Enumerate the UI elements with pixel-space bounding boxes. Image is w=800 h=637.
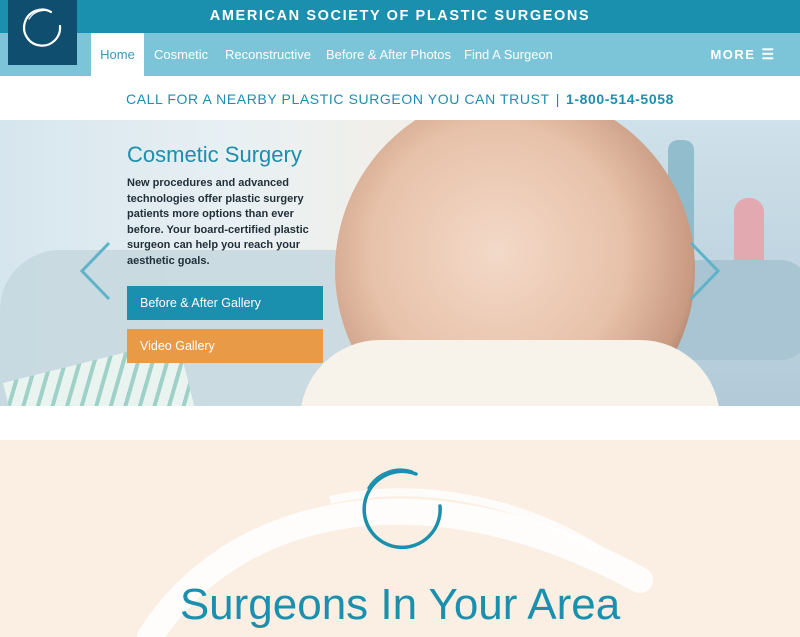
nav-item-before-after-photos[interactable]: Before & After Photos [326,33,451,76]
call-bar-separator: | [555,91,560,107]
site-title: AMERICAN SOCIETY OF PLASTIC SURGEONS [209,8,591,24]
call-bar: CALL FOR A NEARBY PLASTIC SURGEON YOU CA… [0,76,800,120]
section-spacer [0,406,800,440]
circle-swoosh-logo-icon [22,8,62,47]
surgeons-section: Surgeons In Your Area [0,440,800,637]
more-label: MORE [710,47,756,62]
chevron-left-icon[interactable] [78,240,112,302]
main-nav: Home Cosmetic Reconstructive Before & Af… [0,33,800,76]
hero-carousel: Cosmetic Surgery New procedures and adva… [0,120,800,406]
nav-item-cosmetic[interactable]: Cosmetic [154,33,208,76]
hero-description: New procedures and advanced technologies… [127,177,309,267]
more-menu-button[interactable]: MORE ☰ [710,33,774,76]
before-after-gallery-button[interactable]: Before & After Gallery [127,286,323,320]
chevron-right-icon[interactable] [688,240,722,302]
hero-title: Cosmetic Surgery [127,142,302,167]
phone-link[interactable]: 1-800-514-5058 [566,91,674,107]
call-bar-text: CALL FOR A NEARBY PLASTIC SURGEON YOU CA… [126,91,550,107]
hero-sweater [300,340,720,406]
circle-swoosh-logo-icon [362,468,442,550]
site-logo[interactable] [8,0,77,65]
top-bar: AMERICAN SOCIETY OF PLASTIC SURGEONS [0,0,800,33]
section-title: Surgeons In Your Area [179,580,621,629]
nav-item-reconstructive[interactable]: Reconstructive [225,33,311,76]
nav-item-home[interactable]: Home [91,33,144,76]
hamburger-icon: ☰ [761,46,774,62]
video-gallery-button[interactable]: Video Gallery [127,329,323,363]
nav-item-find-a-surgeon[interactable]: Find A Surgeon [464,33,553,76]
